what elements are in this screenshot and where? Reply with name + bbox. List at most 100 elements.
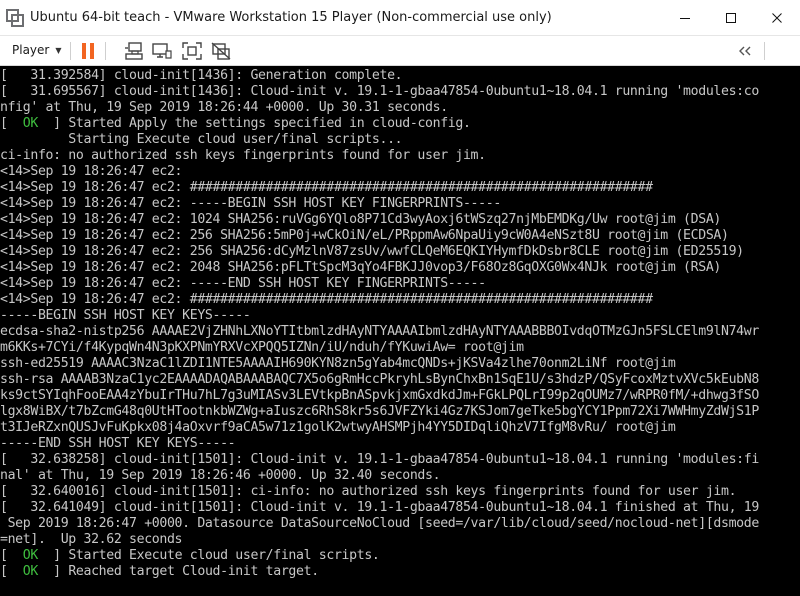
console-text: [ 32.641049] cloud-init[1501]: Cloud-ini… <box>0 500 759 515</box>
console-text: Starting Execute cloud user/final script… <box>0 132 403 147</box>
console-text: ssh-rsa AAAAB3NzaC1yc2EAAAADAQABAAABAQC7… <box>0 372 759 387</box>
console-line: =net]. Up 32.62 seconds <box>0 532 759 548</box>
console-line: [ OK ] Reached target Cloud-init target. <box>0 564 759 580</box>
unity-button[interactable] <box>209 39 233 63</box>
toolbar-separator <box>105 42 106 60</box>
console-line: [ 32.640016] cloud-init[1501]: ci-info: … <box>0 484 759 500</box>
console-line: -----BEGIN SSH HOST KEY KEYS----- <box>0 308 759 324</box>
console-line: Sep 2019 18:26:47 +0000. Datasource Data… <box>0 516 760 532</box>
console-line: <14>Sep 19 18:26:47 ec2: 256 SHA256:dCyM… <box>0 244 759 260</box>
console-line: ssh-rsa AAAAB3NzaC1yc2EAAAADAQABAAABAQC7… <box>0 372 759 388</box>
removable-devices-button[interactable] <box>150 39 174 63</box>
console-text: [ <box>0 116 23 131</box>
console-line: ecdsa-sha2-nistp256 AAAAE2VjZHNhLXNoYTIt… <box>0 324 759 340</box>
console-line: -----END SSH HOST KEY KEYS----- <box>0 436 759 452</box>
console-line: [ OK ] Started Execute cloud user/final … <box>0 548 759 564</box>
console-line: <14>Sep 19 18:26:47 ec2: -----BEGIN SSH … <box>0 196 759 212</box>
fullscreen-button[interactable] <box>180 39 204 63</box>
console-text: ci-info: no authorized ssh keys fingerpr… <box>0 148 486 163</box>
console-text: ] Started Apply the settings specified i… <box>37 116 471 131</box>
console-text: [ 31.392584] cloud-init[1436]: Generatio… <box>0 68 403 83</box>
console-text: [ 32.638258] cloud-init[1501]: Cloud-ini… <box>0 452 759 467</box>
console-line: [ 31.392584] cloud-init[1436]: Generatio… <box>0 68 759 84</box>
minimize-icon <box>680 17 690 19</box>
console-line: nal' at Thu, 19 Sep 2019 18:26:46 +0000.… <box>0 468 759 484</box>
pause-icon <box>82 43 94 59</box>
toolbar-separator <box>70 42 71 60</box>
console-text: =net]. Up 32.62 seconds <box>0 532 183 547</box>
fullscreen-icon <box>182 42 202 60</box>
console-text: <14>Sep 19 18:26:47 ec2: <box>0 164 183 179</box>
console-text: ecdsa-sha2-nistp256 AAAAE2VjZHNhLXNoYTIt… <box>0 324 759 339</box>
console-text: t3IJeRZxnQUSJvFuKpkx08j4aOxvrf9aCA5w71z1… <box>0 420 676 435</box>
player-menu-button[interactable]: Player ▼ <box>6 38 68 62</box>
console-text: lgx8WiBX/t7bZcmG48q0UtHTootnkbWZWg+aIusz… <box>0 404 759 419</box>
console-text: ks9ctSYIqhFooEAA4zYbuIrTHu7hL7g3uMIASv3L… <box>0 388 759 403</box>
console-text: ] Reached target Cloud-init target. <box>37 564 319 579</box>
console-line: nfig' at Thu, 19 Sep 2019 18:26:44 +0000… <box>0 100 759 116</box>
console-text: -----END SSH HOST KEY KEYS----- <box>0 436 236 451</box>
console-text: <14>Sep 19 18:26:47 ec2: -----BEGIN SSH … <box>0 196 501 211</box>
console-text: nfig' at Thu, 19 Sep 2019 18:26:44 +0000… <box>0 100 448 115</box>
pause-button[interactable] <box>76 39 100 63</box>
ok-status: OK <box>22 548 39 563</box>
console-line: <14>Sep 19 18:26:47 ec2: 2048 SHA256:pFL… <box>0 260 759 276</box>
console-line: [ 32.638258] cloud-init[1501]: Cloud-ini… <box>0 452 759 468</box>
console-text: [ 32.640016] cloud-init[1501]: ci-info: … <box>0 484 737 499</box>
console-text: [ <box>0 548 23 563</box>
console-line: [ 31.695567] cloud-init[1436]: Cloud-ini… <box>0 84 759 100</box>
console-line: t3IJeRZxnQUSJvFuKpkx08j4aOxvrf9aCA5w71z1… <box>0 420 759 436</box>
console-line: ci-info: no authorized ssh keys fingerpr… <box>0 148 759 164</box>
console-line: m6KKs+7CYi/f4KypqWn4N3pKXPNmYRXVcXPQQ5IZ… <box>0 340 759 356</box>
send-ctrl-alt-del-icon <box>125 42 143 60</box>
console-text: <14>Sep 19 18:26:47 ec2: ###############… <box>0 292 653 307</box>
console-text: [ 31.695567] cloud-init[1436]: Cloud-ini… <box>0 84 759 99</box>
vm-console-screen[interactable]: [ 31.392584] cloud-init[1436]: Generatio… <box>0 66 800 596</box>
console-text: -----BEGIN SSH HOST KEY KEYS----- <box>0 308 251 323</box>
minimize-button[interactable] <box>662 0 708 35</box>
console-line: ssh-ed25519 AAAAC3NzaC1lZDI1NTE5AAAAIH69… <box>0 356 759 372</box>
chevron-down-icon: ▼ <box>55 45 62 55</box>
console-text: <14>Sep 19 18:26:47 ec2: -----END SSH HO… <box>0 276 486 291</box>
console-line: ks9ctSYIqhFooEAA4zYbuIrTHu7hL7g3uMIASv3L… <box>0 388 759 404</box>
player-menu-label: Player <box>12 43 50 57</box>
console-text: m6KKs+7CYi/f4KypqWn4N3pKXPNmYRXVcXPQQ5IZ… <box>0 340 524 355</box>
console-text: [ <box>0 564 23 579</box>
collapse-toolbar-button[interactable] <box>734 39 756 63</box>
console-line: lgx8WiBX/t7bZcmG48q0UtHTootnkbWZWg+aIusz… <box>0 404 759 420</box>
console-line: [ OK ] Started Apply the settings specif… <box>0 116 759 132</box>
console-text: <14>Sep 19 18:26:47 ec2: 256 SHA256:dCyM… <box>0 244 744 259</box>
console-text: ssh-ed25519 AAAAC3NzaC1lZDI1NTE5AAAAIH69… <box>0 356 676 371</box>
console-text: <14>Sep 19 18:26:47 ec2: ###############… <box>0 180 653 195</box>
collapse-toolbar-icon <box>739 46 751 56</box>
ok-status: OK <box>22 116 39 131</box>
toolbar-separator <box>764 42 765 60</box>
maximize-icon <box>726 12 736 23</box>
removable-devices-icon <box>152 43 172 59</box>
title-bar: Ubuntu 64-bit teach - VMware Workstation… <box>0 0 800 36</box>
maximize-button[interactable] <box>708 0 754 35</box>
console-line: <14>Sep 19 18:26:47 ec2: ###############… <box>0 292 759 308</box>
console-line: Starting Execute cloud user/final script… <box>0 132 759 148</box>
console-line: [ 32.641049] cloud-init[1501]: Cloud-ini… <box>0 500 759 516</box>
close-icon <box>772 12 782 23</box>
console-text: ] Started Execute cloud user/final scrip… <box>37 548 380 563</box>
window-title: Ubuntu 64-bit teach - VMware Workstation… <box>30 10 552 25</box>
console-text: nal' at Thu, 19 Sep 2019 18:26:46 +0000.… <box>0 468 441 483</box>
send-ctrl-alt-del-button[interactable] <box>122 39 146 63</box>
vmware-app-icon <box>6 9 24 27</box>
ok-status: OK <box>22 564 39 579</box>
console-line: <14>Sep 19 18:26:47 ec2: ###############… <box>0 180 759 196</box>
player-toolbar: Player ▼ <box>0 36 800 66</box>
console-text: <14>Sep 19 18:26:47 ec2: 256 SHA256:5mP0… <box>0 228 729 243</box>
console-text: Sep 2019 18:26:47 +0000. Datasource Data… <box>0 516 760 531</box>
console-line: <14>Sep 19 18:26:47 ec2: 1024 SHA256:ruV… <box>0 212 759 228</box>
unity-icon <box>211 42 231 60</box>
console-line: <14>Sep 19 18:26:47 ec2: -----END SSH HO… <box>0 276 759 292</box>
close-button[interactable] <box>754 0 800 35</box>
console-text: <14>Sep 19 18:26:47 ec2: 2048 SHA256:pFL… <box>0 260 722 275</box>
console-output: [ 31.392584] cloud-init[1436]: Generatio… <box>0 68 759 580</box>
console-line: <14>Sep 19 18:26:47 ec2: 256 SHA256:5mP0… <box>0 228 759 244</box>
console-text: <14>Sep 19 18:26:47 ec2: 1024 SHA256:ruV… <box>0 212 722 227</box>
console-line: <14>Sep 19 18:26:47 ec2: <box>0 164 759 180</box>
